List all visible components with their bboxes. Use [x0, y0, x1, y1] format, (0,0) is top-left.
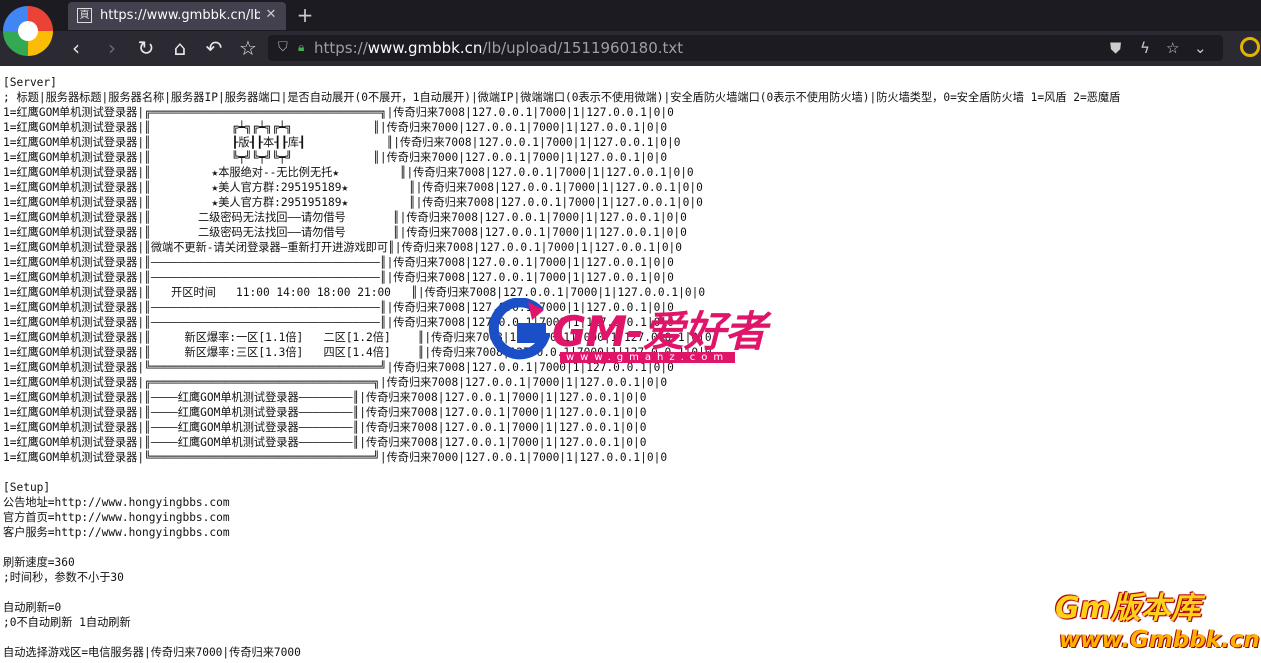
star-outline-icon[interactable]: ☆ — [1166, 39, 1179, 57]
document-line: 1=红鹰GOM单机测试登录器|║ ╔┷╗╔┷╗╔┷╗ ║|传奇归来7000|12… — [3, 121, 668, 134]
document-line: ; 标题|服务器标题|服务器名称|服务器IP|服务器端口|是否自动展开(0不展开… — [3, 91, 1121, 104]
lock-icon[interactable]: 🔒︎ — [298, 40, 304, 55]
document-line: 1=红鹰GOM单机测试登录器|╔════════════════════════… — [3, 106, 674, 119]
document-line: 1=红鹰GOM单机测试登录器|║————红鹰GOM单机测试登录器————————… — [3, 391, 647, 404]
document-line: 1=红鹰GOM单机测试登录器|║ 开区时间 11:00 14:00 18:00 … — [3, 286, 706, 299]
browser-logo-icon[interactable] — [3, 6, 53, 56]
document-content: [Server] ; 标题|服务器标题|服务器名称|服务器IP|服务器端口|是否自… — [3, 75, 1261, 660]
document-line: 官方首页=http://www.hongyingbbs.com — [3, 511, 230, 524]
document-line: 1=红鹰GOM单机测试登录器|║ 二级密码无法找回——请勿借号 ║|传奇归来70… — [3, 226, 687, 239]
document-line: ;时间秒，参数不小于30 — [3, 571, 124, 584]
url-host: www.gmbbk.cn — [367, 39, 483, 57]
shield-icon[interactable]: ⛉ — [278, 40, 288, 55]
document-line: 自动刷新=0 — [3, 601, 62, 614]
document-line: 1=红鹰GOM单机测试登录器|║————红鹰GOM单机测试登录器————————… — [3, 436, 647, 449]
reload-icon[interactable]: ↻ — [134, 35, 158, 61]
address-bar[interactable]: ⛉ 🔒︎ https://www.gmbbk.cn/lb/upload/1511… — [268, 35, 1223, 61]
document-line: 1=红鹰GOM单机测试登录器|╔════════════════════════… — [3, 376, 668, 389]
document-line: 刷新速度=360 — [3, 556, 75, 569]
url-text[interactable]: https://www.gmbbk.cn/lb/upload/151196018… — [314, 39, 683, 57]
document-line: 1=红鹰GOM单机测试登录器|║————————————————————————… — [3, 256, 674, 269]
document-line: [Setup] — [3, 481, 51, 494]
url-scheme: https:// — [314, 39, 368, 57]
document-line: 1=红鹰GOM单机测试登录器|╚════════════════════════… — [3, 361, 674, 374]
document-line: ;0不自动刷新 1自动刷新 — [3, 616, 131, 629]
document-line: [Server] — [3, 76, 57, 89]
document-line: 1=红鹰GOM单机测试登录器|║————————————————————————… — [3, 301, 674, 314]
profile-icon[interactable] — [1240, 37, 1260, 57]
document-line: 1=红鹰GOM单机测试登录器|║————————————————————————… — [3, 271, 674, 284]
favicon-icon: 頁 — [77, 8, 92, 23]
document-line: 公告地址=http://www.hongyingbbs.com — [3, 496, 230, 509]
document-line: 1=红鹰GOM单机测试登录器|║微端不更新-请关闭登录器—重新打开进游戏即可║|… — [3, 241, 683, 254]
document-line: 1=红鹰GOM单机测试登录器|║ 新区爆率:一区[1.1倍] 二区[1.2倍] … — [3, 331, 712, 344]
document-line: 1=红鹰GOM单机测试登录器|║ 新区爆率:三区[1.3倍] 四区[1.4倍] … — [3, 346, 712, 359]
document-line: 自动选择游戏区=电信服务器|传奇归来7000|传奇归来7000 — [3, 646, 301, 659]
url-path: /lb/upload/1511960180.txt — [482, 39, 684, 57]
plus-icon[interactable]: + — [294, 3, 316, 27]
document-line: 1=红鹰GOM单机测试登录器|╚════════════════════════… — [3, 451, 668, 464]
close-icon[interactable]: ✕ — [263, 6, 279, 24]
document-line: 1=红鹰GOM单机测试登录器|║ ★美人官方群:295195189★ ║|传奇归… — [3, 181, 703, 194]
forward-icon[interactable]: › — [100, 35, 124, 61]
document-line: 1=红鹰GOM单机测试登录器|║ 二级密码无法找回——请勿借号 ║|传奇归来70… — [3, 211, 687, 224]
document-line: 1=红鹰GOM单机测试登录器|║————红鹰GOM单机测试登录器————————… — [3, 421, 647, 434]
document-line: 1=红鹰GOM单机测试登录器|║————红鹰GOM单机测试登录器————————… — [3, 406, 647, 419]
document-line: 1=红鹰GOM单机测试登录器|║ ★美人官方群:295195189★ ║|传奇归… — [3, 196, 703, 209]
lightning-icon[interactable]: ϟ — [1140, 39, 1150, 57]
tracking-shield-icon[interactable]: ⛊ — [1110, 39, 1121, 57]
chevron-down-icon[interactable]: ⌄ — [1194, 39, 1207, 57]
home-icon[interactable]: ⌂ — [168, 35, 192, 61]
undo-icon[interactable]: ↶ — [202, 35, 226, 61]
document-line: 客户服务=http://www.hongyingbbs.com — [3, 526, 230, 539]
browser-toolbar: 頁 https://www.gmbbk.cn/lb/upload/1511960… — [0, 0, 1261, 66]
back-icon[interactable]: ‹ — [64, 35, 88, 61]
text-document: [Server] ; 标题|服务器标题|服务器名称|服务器IP|服务器端口|是否自… — [3, 75, 1261, 663]
document-line: 1=红鹰GOM单机测试登录器|║ ╚┯╝╚┯╝╚┯╝ ║|传奇归来7000|12… — [3, 151, 668, 164]
document-line: 1=红鹰GOM单机测试登录器|║ ★本服绝对--无比例无托★ ║|传奇归来700… — [3, 166, 694, 179]
tab-title: https://www.gmbbk.cn/lb/upload/151196018… — [100, 8, 260, 23]
document-line: 1=红鹰GOM单机测试登录器|║ ┠版┨┠本┨┠库┨ ║|传奇归来7008|12… — [3, 136, 681, 149]
document-line: 1=红鹰GOM单机测试登录器|║————————————————————————… — [3, 316, 674, 329]
tab-active[interactable]: 頁 https://www.gmbbk.cn/lb/upload/1511960… — [68, 2, 286, 30]
star-icon[interactable]: ☆ — [236, 35, 260, 61]
